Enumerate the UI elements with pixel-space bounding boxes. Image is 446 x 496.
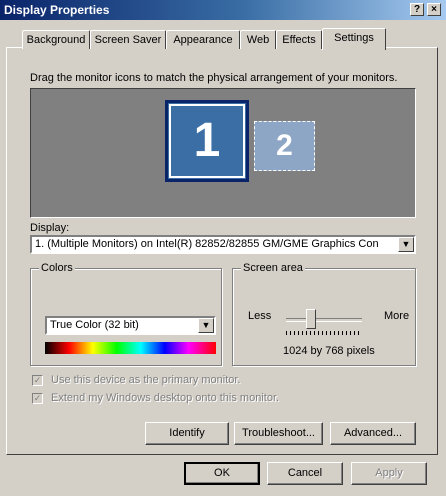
- monitor-1-icon[interactable]: 1: [165, 100, 249, 182]
- tab-screen-saver[interactable]: Screen Saver: [90, 30, 166, 49]
- extend-desktop-label: Extend my Windows desktop onto this moni…: [51, 392, 280, 404]
- advanced-button[interactable]: Advanced...: [330, 422, 416, 445]
- screen-area-group-title: Screen area: [241, 262, 305, 274]
- more-label: More: [384, 310, 410, 322]
- less-label: Less: [248, 310, 272, 322]
- help-button[interactable]: ?: [410, 3, 424, 16]
- tab-appearance[interactable]: Appearance: [166, 30, 240, 49]
- chevron-down-icon[interactable]: ▼: [198, 318, 214, 333]
- cancel-button[interactable]: Cancel: [267, 462, 343, 485]
- apply-button[interactable]: Apply: [351, 462, 427, 485]
- troubleshoot-button[interactable]: Troubleshoot...: [234, 422, 323, 445]
- monitor-2-icon[interactable]: 2: [254, 121, 315, 171]
- window-title: Display Properties: [4, 3, 110, 17]
- colors-select-value: True Color (32 bit): [50, 319, 139, 331]
- resolution-slider-thumb[interactable]: [306, 309, 316, 329]
- tab-settings[interactable]: Settings: [322, 28, 386, 50]
- close-button[interactable]: ×: [427, 3, 441, 16]
- resolution-slider-track: [286, 318, 362, 322]
- extend-desktop-checkbox[interactable]: ✓: [32, 393, 43, 404]
- color-palette-bar: [45, 342, 216, 354]
- tab-effects[interactable]: Effects: [276, 30, 322, 49]
- title-bar[interactable]: Display Properties ? ×: [0, 0, 446, 20]
- colors-select[interactable]: True Color (32 bit) ▼: [45, 316, 216, 335]
- primary-monitor-checkbox[interactable]: ✓: [32, 375, 43, 386]
- display-select[interactable]: 1. (Multiple Monitors) on Intel(R) 82852…: [30, 235, 416, 254]
- chevron-down-icon[interactable]: ▼: [398, 237, 414, 252]
- display-label: Display:: [30, 222, 70, 234]
- tab-web[interactable]: Web: [240, 30, 276, 49]
- identify-button[interactable]: Identify: [145, 422, 229, 445]
- resolution-slider-ticks: [286, 331, 362, 335]
- resolution-text: 1024 by 768 pixels: [283, 345, 375, 357]
- colors-group-title: Colors: [39, 262, 75, 274]
- display-properties-window: Display Properties ? × Background Screen…: [0, 0, 446, 496]
- tab-background[interactable]: Background: [22, 30, 90, 49]
- ok-button[interactable]: OK: [184, 462, 260, 485]
- instruction-text: Drag the monitor icons to match the phys…: [30, 72, 398, 84]
- primary-monitor-label: Use this device as the primary monitor.: [51, 374, 241, 386]
- display-select-value: 1. (Multiple Monitors) on Intel(R) 82852…: [35, 238, 379, 250]
